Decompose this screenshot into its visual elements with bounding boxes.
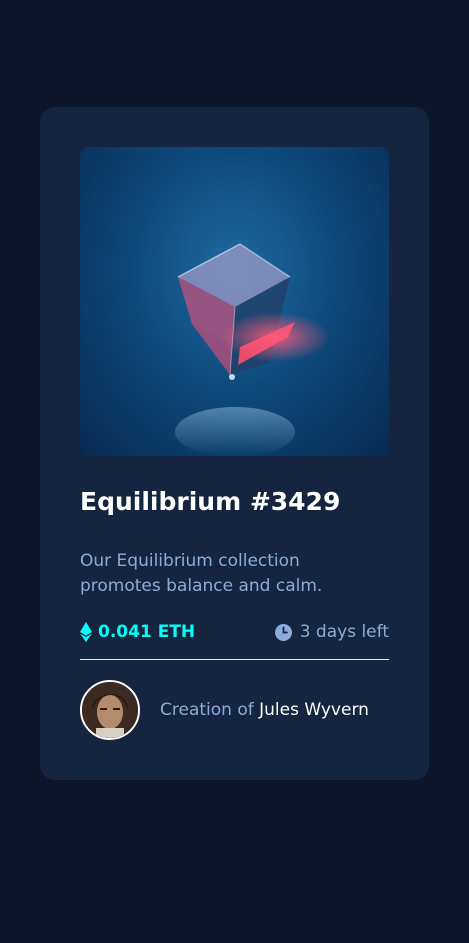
creation-prefix: Creation of xyxy=(160,700,254,720)
creator-label: Creation of Jules Wyvern xyxy=(160,700,369,720)
nft-description: Our Equilibrium collection promotes bala… xyxy=(80,551,323,596)
creator-row: Creation of Jules Wyvern xyxy=(80,680,369,740)
equilibrium-cube-image xyxy=(175,243,330,456)
price: 0.041 ETH xyxy=(80,622,195,642)
time-left: 3 days left xyxy=(274,622,389,642)
price-value: 0.041 ETH xyxy=(98,622,196,642)
nft-meta-row: 0.041 ETH 3 days left xyxy=(80,619,389,645)
clock-icon xyxy=(274,623,292,641)
nft-image[interactable] xyxy=(80,147,389,456)
divider xyxy=(80,659,389,660)
avatar xyxy=(80,680,140,740)
nft-card: Equilibrium #3429 Our Equilibrium collec… xyxy=(40,107,429,780)
creator-avatar-image xyxy=(82,682,138,738)
creator-name-link[interactable]: Jules Wyvern xyxy=(259,700,369,720)
time-left-value: 3 days left xyxy=(299,622,389,642)
nft-title[interactable]: Equilibrium #3429 xyxy=(80,487,340,516)
ethereum-icon xyxy=(80,622,92,642)
